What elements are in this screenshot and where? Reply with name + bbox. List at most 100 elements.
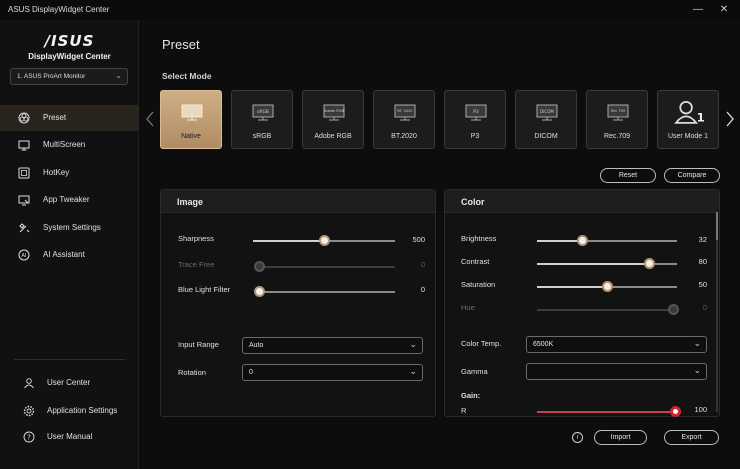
monitor-select[interactable]: 1. ASUS ProArt Monitor ⌄ [10, 68, 128, 85]
rotation-value: 0 [249, 369, 253, 376]
sidebar-item-label: User Manual [47, 432, 93, 441]
monitor-icon: Adobe RGB [323, 104, 345, 121]
color-panel-scrollbar[interactable] [716, 212, 718, 412]
chevron-down-icon: ⌄ [693, 365, 701, 375]
sidebar-item-ai-assistant[interactable]: AI AI Assistant [0, 242, 139, 268]
mode-label: DICOM [534, 133, 558, 140]
import-button[interactable]: Import [594, 430, 647, 445]
window-title: ASUS DisplayWidget Center [8, 5, 110, 14]
input-range-label: Input Range [178, 340, 219, 349]
contrast-slider[interactable] [537, 258, 677, 269]
gain-r-slider[interactable] [537, 406, 681, 417]
sidebar-item-preset[interactable]: Preset [0, 105, 139, 131]
sidebar-item-user-manual[interactable]: ? User Manual [0, 424, 139, 450]
mode-label: Adobe RGB [314, 133, 352, 140]
monitor-icon: DICOM [536, 104, 558, 121]
slider-thumb [254, 261, 265, 272]
sidebar-item-hotkey[interactable]: HotKey [0, 160, 139, 186]
mode-thumb-text: 1 [697, 110, 705, 124]
close-button[interactable]: ✕ [712, 2, 736, 18]
mode-thumb-text: P3 [473, 109, 479, 115]
color-temp-select[interactable]: 6500K ⌄ [526, 336, 707, 353]
rotation-select[interactable]: 0 ⌄ [242, 364, 423, 381]
chevron-left-icon[interactable] [144, 110, 156, 128]
sidebar-item-label: Preset [43, 113, 67, 122]
mode-label: User Mode 1 [667, 133, 709, 140]
saturation-value: 50 [698, 280, 707, 289]
slider-thumb[interactable] [576, 235, 588, 246]
slider-thumb[interactable] [319, 235, 330, 246]
select-mode-label: Select Mode [162, 71, 212, 81]
input-range-value: Auto [249, 342, 264, 349]
color-temp-value: 6500K [533, 341, 554, 348]
chevron-right-icon[interactable] [724, 110, 736, 128]
compare-button[interactable]: Compare [664, 168, 720, 183]
image-panel-header: Image [161, 190, 435, 213]
mode-label: BT.2020 [391, 133, 417, 140]
mode-rec709[interactable]: Rec 709 Rec.709 [586, 90, 648, 149]
sidebar-divider [14, 359, 125, 360]
mode-srgb[interactable]: sRGB sRGB [231, 90, 293, 149]
mode-thumb-text: Rec 709 [611, 109, 625, 113]
sidebar-item-application-settings[interactable]: Application Settings [0, 398, 139, 424]
minimize-button[interactable]: — [686, 2, 710, 18]
sidebar-item-system-settings[interactable]: System Settings [0, 215, 139, 241]
system-settings-icon [19, 223, 30, 233]
mode-bt2020[interactable]: BT. 2020 BT.2020 [373, 90, 435, 149]
blue-light-filter-slider[interactable] [254, 286, 395, 297]
reset-button[interactable]: Reset [600, 168, 656, 183]
monitor-icon: sRGB [252, 104, 274, 121]
mode-label: P3 [470, 133, 480, 140]
color-temp-label: Color Temp. [461, 339, 502, 348]
brightness-label: Brightness [461, 234, 497, 243]
trace-free-slider [254, 261, 395, 272]
sharpness-value: 500 [412, 235, 425, 244]
slider-fill [537, 240, 582, 242]
svg-text:AI: AI [22, 253, 27, 259]
chevron-down-icon: ⌄ [693, 338, 701, 348]
mode-dicom[interactable]: DICOM DICOM [515, 90, 577, 149]
image-panel-title: Image [177, 197, 204, 207]
slider-thumb[interactable] [254, 286, 265, 297]
saturation-label: Saturation [461, 280, 496, 289]
chevron-down-icon: ⌄ [115, 71, 122, 80]
sidebar-item-label: Application Settings [47, 406, 118, 415]
slider-fill [253, 240, 324, 242]
mode-user-mode-1[interactable]: 1 User Mode 1 [657, 90, 719, 149]
scrollbar-thumb[interactable] [716, 212, 718, 240]
gain-r-value: 100 [694, 405, 707, 414]
ai-assistant-icon: AI [18, 249, 30, 261]
mode-native[interactable]: Native [160, 90, 222, 149]
help-icon: ? [23, 431, 35, 443]
brightness-slider[interactable] [537, 235, 677, 246]
brightness-value: 32 [698, 235, 707, 244]
svg-text:?: ? [27, 434, 31, 442]
slider-thumb[interactable] [670, 406, 681, 417]
user-icon [24, 378, 34, 389]
saturation-slider[interactable] [537, 281, 677, 292]
mode-label: Rec.709 [603, 133, 631, 140]
sidebar-item-app-tweaker[interactable]: App Tweaker [0, 187, 139, 213]
slider-thumb[interactable] [602, 281, 613, 292]
user-mode-icon: 1 [674, 100, 705, 124]
sidebar-item-label: System Settings [43, 223, 101, 232]
monitor-icon: BT. 2020 [394, 104, 416, 121]
sidebar-item-user-center[interactable]: User Center [0, 370, 139, 396]
gamma-select[interactable]: ⌄ [526, 363, 707, 380]
sharpness-slider[interactable] [253, 235, 395, 246]
mode-adobe-rgb[interactable]: Adobe RGB Adobe RGB [302, 90, 364, 149]
sidebar-item-multiscreen[interactable]: MultiScreen [0, 132, 139, 158]
color-panel-header: Color [445, 190, 719, 213]
sidebar-item-label: MultiScreen [43, 140, 86, 149]
sidebar-item-label: User Center [47, 378, 91, 387]
preset-icon [18, 112, 30, 124]
blue-light-filter-value: 0 [420, 285, 425, 294]
mode-thumb-text: DICOM [540, 109, 554, 114]
export-button[interactable]: Export [664, 430, 719, 445]
slider-thumb [668, 304, 679, 315]
mode-p3[interactable]: P3 P3 [444, 90, 506, 149]
slider-thumb[interactable] [644, 258, 655, 269]
mode-thumb-text: BT. 2020 [397, 109, 412, 113]
input-range-select[interactable]: Auto ⌄ [242, 337, 423, 354]
info-icon[interactable]: i [572, 432, 583, 443]
